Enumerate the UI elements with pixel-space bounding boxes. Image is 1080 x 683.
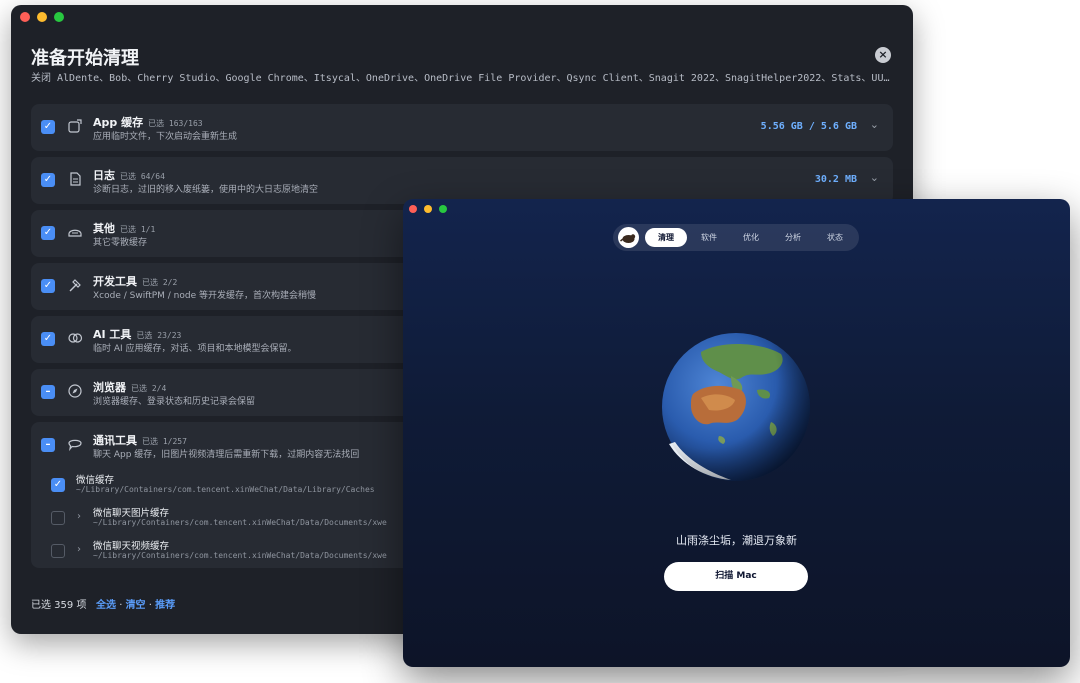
category-app-cache[interactable]: ✓ App 缓存 已选 163/163 应用临时文件，下次启动会重新生成 5.56…: [31, 104, 893, 151]
checkbox-unchecked-icon[interactable]: [51, 511, 65, 525]
earth-globe-image: [662, 333, 810, 481]
apps-to-close-text: 关闭 AlDente、Bob、Cherry Studio、Google Chro…: [31, 73, 890, 84]
subitem-path: ~/Library/Containers/com.tencent.xinWeCh…: [93, 518, 387, 527]
subitem-path: ~/Library/Containers/com.tencent.xinWeCh…: [76, 485, 375, 494]
close-icon[interactable]: ×: [875, 47, 891, 63]
subitem-path: ~/Library/Containers/com.tencent.xinWeCh…: [93, 551, 387, 560]
app-window-icon: [68, 119, 82, 133]
tab-bar: 清理 软件 优化 分析 状态: [613, 224, 859, 251]
slogan-text: 山雨涤尘垢，潮退万象新: [676, 534, 797, 547]
category-desc: 诊断日志，过旧的移入废纸篓，使用中的大日志原地清空: [93, 185, 319, 195]
checkbox-checked-icon[interactable]: ✓: [41, 332, 55, 346]
subitem-wechat-cache[interactable]: ✓ 微信缓存 ~/Library/Containers/com.tencent.…: [41, 470, 401, 500]
tab-status[interactable]: 状态: [819, 228, 851, 247]
checkbox-partial-icon[interactable]: –: [41, 438, 55, 452]
recommend-link[interactable]: 推荐: [155, 600, 175, 611]
checkbox-checked-icon[interactable]: ✓: [41, 173, 55, 187]
tab-analyze[interactable]: 分析: [777, 228, 809, 247]
selected-count: 已选 359 项: [31, 600, 87, 611]
separator: ·: [119, 600, 123, 611]
footer-bar: 已选 359 项 全选 · 清空 · 推荐: [31, 596, 175, 611]
chevron-down-icon[interactable]: ⌄: [870, 118, 879, 131]
app-logo-icon: [618, 227, 639, 248]
window-controls: [20, 12, 64, 22]
checkbox-checked-icon[interactable]: ✓: [41, 226, 55, 240]
storage-icon: [68, 229, 82, 237]
category-size: 30.2 MB: [814, 174, 857, 185]
checkbox-checked-icon[interactable]: ✓: [51, 478, 65, 492]
page-title: 准备开始清理: [31, 48, 139, 69]
tab-apps[interactable]: 软件: [693, 228, 725, 247]
category-size: 5.56 GB / 5.6 GB: [760, 121, 857, 132]
scan-mac-button[interactable]: 扫描 Mac: [664, 562, 808, 591]
close-window-button[interactable]: [20, 12, 30, 22]
category-name: 浏览器 已选 2/4: [93, 381, 167, 394]
minimize-window-button[interactable]: [37, 12, 47, 22]
category-desc: 其它零散缓存: [93, 238, 148, 248]
window-controls: [409, 205, 447, 213]
category-name: App 缓存 已选 163/163: [93, 116, 203, 129]
clear-link[interactable]: 清空: [126, 600, 146, 611]
checkbox-checked-icon[interactable]: ✓: [41, 279, 55, 293]
category-desc: Xcode / SwiftPM / node 等开发缓存，首次构建会稍慢: [93, 291, 317, 301]
chevron-right-icon[interactable]: ›: [77, 511, 81, 522]
subitem-wechat-image-cache[interactable]: › 微信聊天图片缓存 ~/Library/Containers/com.tenc…: [41, 503, 401, 533]
category-name: AI 工具 已选 23/23: [93, 328, 182, 341]
tab-optimize[interactable]: 优化: [735, 228, 767, 247]
subitem-name: 微信聊天图片缓存: [93, 508, 170, 519]
category-desc: 浏览器缓存、登录状态和历史记录会保留: [93, 397, 256, 407]
checkbox-checked-icon[interactable]: ✓: [41, 120, 55, 134]
category-name: 开发工具 已选 2/2: [93, 275, 178, 288]
category-desc: 临时 AI 应用缓存，对话、项目和本地模型会保留。: [93, 344, 297, 354]
zoom-window-button[interactable]: [54, 12, 64, 22]
category-name: 通讯工具 已选 1/257: [93, 434, 187, 447]
select-all-link[interactable]: 全选: [96, 600, 116, 611]
subitem-name: 微信缓存: [76, 475, 115, 486]
subitem-name: 微信聊天视频缓存: [93, 541, 170, 552]
document-icon: [70, 172, 81, 186]
ai-brain-icon: [68, 333, 83, 343]
category-name: 其他 已选 1/1: [93, 222, 156, 235]
category-desc: 应用临时文件，下次启动会重新生成: [93, 132, 238, 142]
checkbox-partial-icon[interactable]: –: [41, 385, 55, 399]
category-desc: 聊天 App 缓存，旧图片视频清理后需重新下载，过期内容无法找回: [93, 450, 360, 460]
category-name: 日志 已选 64/64: [93, 169, 165, 182]
minimize-window-button[interactable]: [424, 205, 432, 213]
separator: ·: [148, 600, 152, 611]
compass-icon: [68, 384, 82, 398]
checkbox-unchecked-icon[interactable]: [51, 544, 65, 558]
category-logs[interactable]: ✓ 日志 已选 64/64 诊断日志，过旧的移入废纸篓，使用中的大日志原地清空 3…: [31, 157, 893, 204]
main-app-window: 清理 软件 优化 分析 状态 山雨涤尘垢，潮退万象新 扫描 Mac: [403, 199, 1070, 667]
zoom-window-button[interactable]: [439, 205, 447, 213]
close-window-button[interactable]: [409, 205, 417, 213]
chevron-right-icon[interactable]: ›: [77, 544, 81, 555]
chevron-down-icon[interactable]: ⌄: [870, 171, 879, 184]
chat-bubble-icon: [68, 439, 82, 452]
subitem-wechat-video-cache[interactable]: › 微信聊天视频缓存 ~/Library/Containers/com.tenc…: [41, 536, 401, 566]
hammer-icon: [69, 279, 81, 292]
tab-clean[interactable]: 清理: [645, 228, 687, 247]
